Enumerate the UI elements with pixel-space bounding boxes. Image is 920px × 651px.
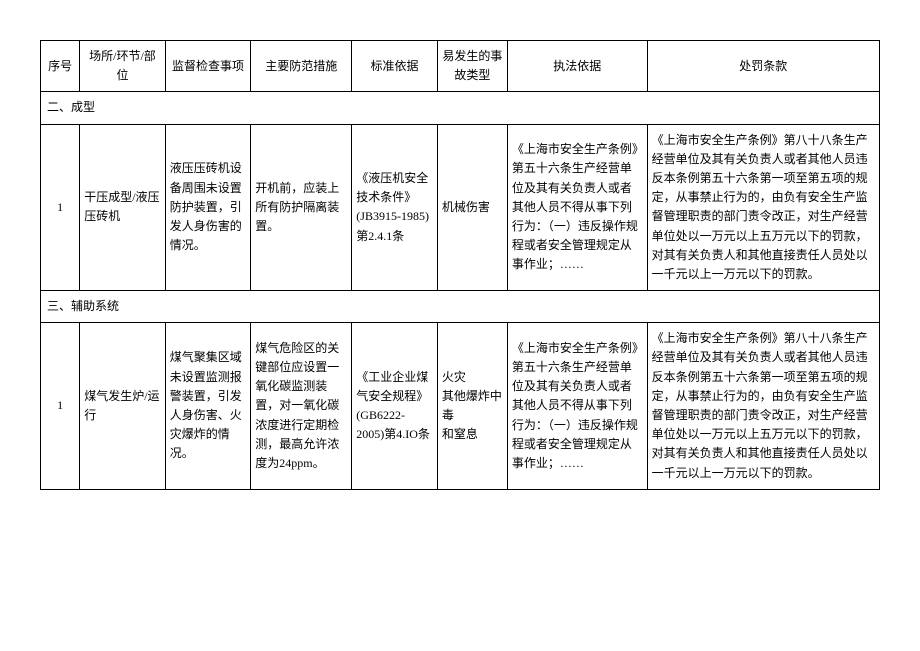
header-measure: 主要防范措施	[251, 41, 352, 92]
section-header-row: 三、辅助系统	[41, 291, 880, 323]
header-num: 序号	[41, 41, 80, 92]
cell-accident: 火灾 其他爆炸中毒 和窒息	[437, 323, 507, 490]
cell-standard: 《工业企业煤气安全规程》(GB6222-2005)第4.IO条	[352, 323, 438, 490]
section-title: 三、辅助系统	[41, 291, 880, 323]
section-title: 二、成型	[41, 92, 880, 124]
cell-standard: 《液压机安全技术条件》(JB3915-1985)第2.4.1条	[352, 124, 438, 291]
cell-legal: 《上海市安全生产条例》第五十六条生产经营单位及其有关负责人或者其他人员不得从事下…	[507, 124, 647, 291]
section-header-row: 二、成型	[41, 92, 880, 124]
header-standard: 标准依据	[352, 41, 438, 92]
table-body: 二、成型 1 干压成型/液压压砖机 液压压砖机设备周围未设置防护装置，引发人身伤…	[41, 92, 880, 489]
header-legal: 执法依据	[507, 41, 647, 92]
cell-penalty: 《上海市安全生产条例》第八十八条生产经营单位及其有关负责人或者其他人员违反本条例…	[647, 323, 879, 490]
safety-regulation-table: 序号 场所/环节/部位 监督检查事项 主要防范措施 标准依据 易发生的事故类型 …	[40, 40, 880, 490]
cell-measure: 开机前，应装上所有防护隔离装置。	[251, 124, 352, 291]
cell-penalty: 《上海市安全生产条例》第八十八条生产经营单位及其有关负责人或者其他人员违反本条例…	[647, 124, 879, 291]
header-penalty: 处罚条款	[647, 41, 879, 92]
table-row: 1 煤气发生炉/运行 煤气聚集区域未设置监测报警装置，引发人身伤害、火灾爆炸的情…	[41, 323, 880, 490]
cell-inspect: 煤气聚集区域未设置监测报警装置，引发人身伤害、火灾爆炸的情况。	[165, 323, 251, 490]
header-accident: 易发生的事故类型	[437, 41, 507, 92]
cell-inspect: 液压压砖机设备周围未设置防护装置，引发人身伤害的情况。	[165, 124, 251, 291]
header-inspect: 监督检查事项	[165, 41, 251, 92]
table-row: 1 干压成型/液压压砖机 液压压砖机设备周围未设置防护装置，引发人身伤害的情况。…	[41, 124, 880, 291]
cell-num: 1	[41, 124, 80, 291]
cell-legal: 《上海市安全生产条例》第五十六条生产经营单位及其有关负责人或者其他人员不得从事下…	[507, 323, 647, 490]
cell-measure: 煤气危险区的关键部位应设置一氧化碳监测装置，对一氧化碳浓度进行定期检测，最高允许…	[251, 323, 352, 490]
cell-accident: 机械伤害	[437, 124, 507, 291]
cell-place: 煤气发生炉/运行	[80, 323, 166, 490]
table-header-row: 序号 场所/环节/部位 监督检查事项 主要防范措施 标准依据 易发生的事故类型 …	[41, 41, 880, 92]
cell-num: 1	[41, 323, 80, 490]
header-place: 场所/环节/部位	[80, 41, 166, 92]
cell-place: 干压成型/液压压砖机	[80, 124, 166, 291]
